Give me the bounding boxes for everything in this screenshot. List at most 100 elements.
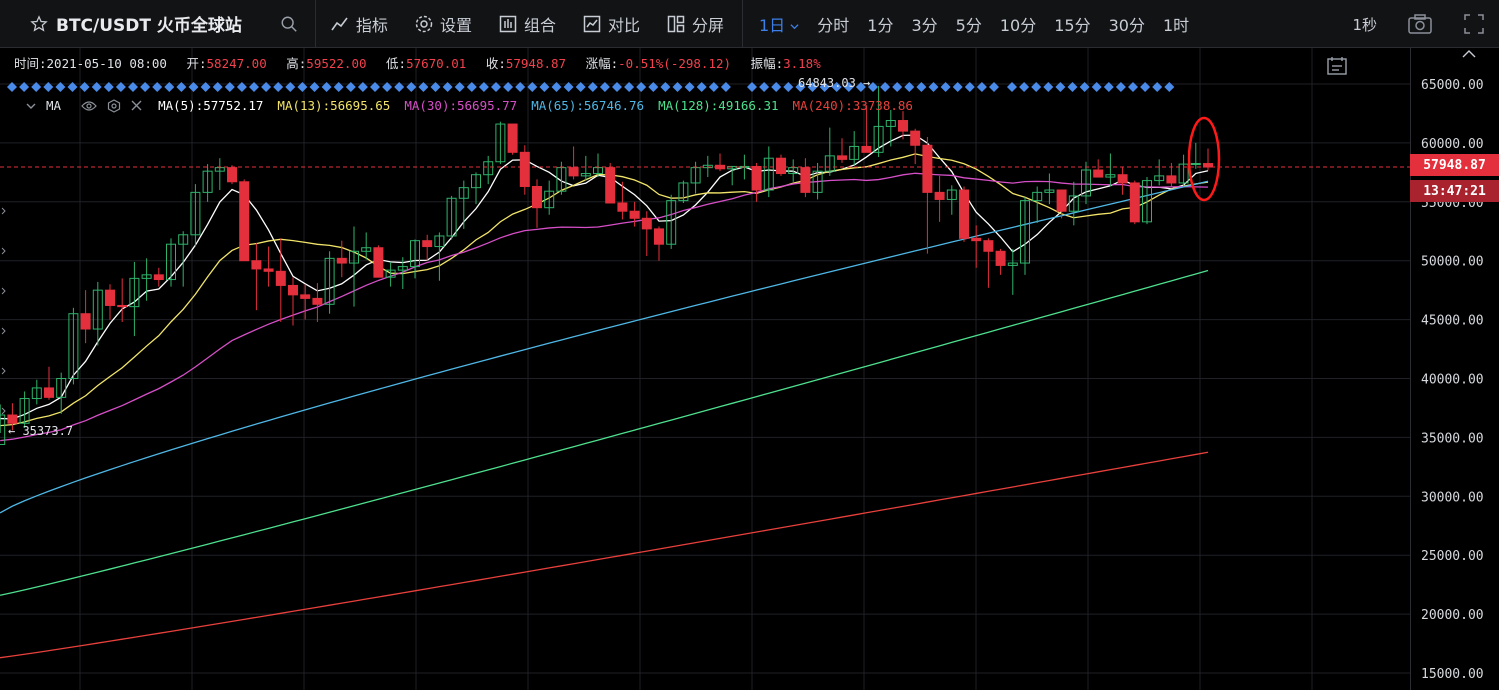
candle-body bbox=[153, 274, 164, 281]
candle-body bbox=[117, 304, 128, 308]
close-icon[interactable] bbox=[131, 100, 142, 111]
time-value: 2021-05-10 08:00 bbox=[46, 56, 167, 71]
candle-body bbox=[898, 120, 908, 132]
collapse-icon[interactable] bbox=[26, 102, 36, 110]
time-label: 时间: bbox=[14, 56, 47, 71]
candle bbox=[1044, 173, 1055, 205]
candle-body bbox=[239, 181, 250, 262]
candle-body bbox=[776, 157, 786, 175]
candle bbox=[349, 226, 359, 307]
candle bbox=[1020, 197, 1030, 275]
star-icon[interactable] bbox=[30, 14, 48, 33]
amplitude-label: 振幅: bbox=[750, 56, 784, 71]
candle bbox=[202, 164, 213, 202]
period-1d[interactable]: 1日 bbox=[759, 12, 799, 36]
candle bbox=[532, 179, 542, 228]
candle bbox=[605, 162, 616, 204]
candle-body bbox=[44, 387, 54, 398]
notes-icon[interactable] bbox=[1326, 56, 1348, 76]
candle bbox=[1154, 159, 1165, 186]
period-15m[interactable]: 15分 bbox=[1054, 12, 1090, 36]
toolbar-right: 1秒 bbox=[1352, 0, 1499, 48]
close-value: 57948.87 bbox=[505, 56, 567, 71]
ma-line-30 bbox=[0, 172, 1209, 442]
candle bbox=[385, 261, 396, 287]
symbol-title[interactable]: BTC/USDT 火币全球站 bbox=[56, 11, 242, 36]
candle-body bbox=[1056, 189, 1067, 212]
ma13-value: MA(13):56695.65 bbox=[277, 98, 391, 113]
candle bbox=[1129, 180, 1140, 225]
period-1m[interactable]: 1分 bbox=[867, 12, 893, 36]
period-30m[interactable]: 30分 bbox=[1109, 12, 1145, 36]
y-tick-label: 35000.00 bbox=[1421, 431, 1484, 446]
highlight-circle bbox=[1187, 116, 1221, 202]
moving-averages bbox=[0, 134, 1209, 659]
ma5-value: MA(5):57752.17 bbox=[158, 98, 264, 113]
candle-body bbox=[934, 191, 945, 200]
fullscreen-icon[interactable] bbox=[1463, 13, 1485, 35]
candle-body bbox=[312, 297, 323, 305]
chevron-down-icon bbox=[790, 23, 799, 29]
candle-body bbox=[751, 165, 762, 191]
candle bbox=[776, 154, 786, 176]
candle bbox=[471, 172, 481, 205]
candle-body bbox=[641, 217, 652, 230]
candle-body bbox=[922, 144, 933, 193]
candle-body bbox=[861, 145, 872, 153]
candle bbox=[959, 186, 969, 242]
period-5m[interactable]: 5分 bbox=[956, 12, 982, 36]
candle bbox=[263, 246, 274, 287]
candle bbox=[922, 137, 933, 254]
y-tick-label: 60000.00 bbox=[1421, 137, 1484, 152]
candle bbox=[678, 180, 689, 203]
candle bbox=[275, 238, 286, 322]
ma-legend: MA MA(5):57752.17 MA(13):56695.65 MA(30)… bbox=[26, 98, 927, 113]
candle bbox=[690, 161, 701, 194]
search-icon[interactable] bbox=[280, 15, 298, 33]
y-tick-label: 45000.00 bbox=[1421, 314, 1484, 329]
settings-button[interactable]: 设置 bbox=[414, 12, 472, 36]
candle bbox=[31, 379, 42, 405]
candle-body bbox=[617, 202, 628, 212]
candlestick-chart[interactable] bbox=[0, 48, 1410, 690]
split-screen-button[interactable]: 分屏 bbox=[666, 12, 724, 36]
ma-name: MA bbox=[46, 98, 62, 113]
camera-icon[interactable] bbox=[1407, 13, 1433, 35]
candle-body bbox=[275, 270, 286, 286]
candle-body bbox=[227, 167, 237, 183]
candle bbox=[507, 123, 518, 155]
candle-body bbox=[629, 210, 640, 219]
indicator-button[interactable]: 指标 bbox=[330, 12, 388, 36]
candle bbox=[153, 267, 164, 287]
chevron-up-icon[interactable] bbox=[1462, 49, 1476, 59]
candle-body bbox=[532, 185, 542, 209]
scroll-arrow bbox=[1, 287, 6, 295]
candle bbox=[300, 284, 311, 320]
candle bbox=[336, 240, 347, 278]
ma30-value: MA(30):56695.77 bbox=[404, 98, 518, 113]
combo-button[interactable]: 组合 bbox=[498, 12, 556, 36]
candle-body bbox=[373, 247, 384, 278]
period-3m[interactable]: 3分 bbox=[911, 12, 937, 36]
refresh-interval[interactable]: 1秒 bbox=[1352, 14, 1377, 35]
period-1h[interactable]: 1时 bbox=[1163, 12, 1189, 36]
min-price-label: ← 35373.7 bbox=[8, 424, 74, 438]
y-tick-label: 40000.00 bbox=[1421, 373, 1484, 388]
candle bbox=[214, 158, 225, 191]
candle bbox=[837, 138, 847, 163]
period-10m[interactable]: 10分 bbox=[1000, 12, 1036, 36]
compare-button[interactable]: 对比 bbox=[582, 12, 640, 36]
eye-icon[interactable] bbox=[81, 100, 97, 112]
candle bbox=[239, 179, 250, 262]
scroll-arrow bbox=[1, 327, 6, 335]
price-axis[interactable]: 15000.00 20000.00 25000.00 30000.00 35000.00… bbox=[1410, 48, 1499, 690]
candle bbox=[751, 162, 762, 202]
settings-icon[interactable] bbox=[107, 98, 121, 113]
y-tick-label: 65000.00 bbox=[1421, 78, 1484, 93]
candle bbox=[617, 181, 628, 220]
candle bbox=[1105, 153, 1116, 187]
candle-body bbox=[1117, 174, 1128, 184]
price-axis-ticks: 15000.00 20000.00 25000.00 30000.00 35000.00… bbox=[1421, 78, 1484, 682]
period-timeline[interactable]: 分时 bbox=[817, 12, 849, 36]
scroll-arrow bbox=[1, 247, 6, 255]
